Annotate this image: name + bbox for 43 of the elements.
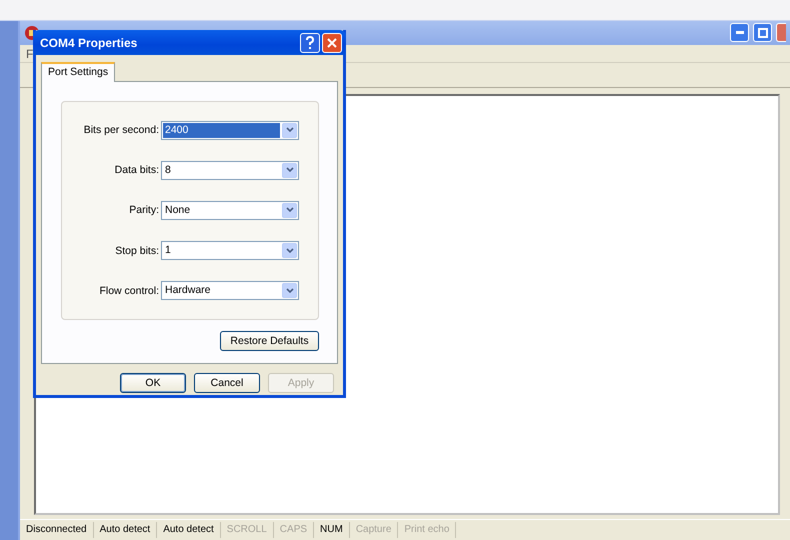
status-cell: NUM bbox=[314, 522, 350, 538]
field-label: Stop bits: bbox=[114, 244, 160, 257]
status-cell: Auto detect bbox=[94, 522, 158, 538]
field-label: Bits per second: bbox=[82, 124, 160, 136]
dropdown[interactable]: 1 bbox=[161, 241, 299, 260]
chevron-icon[interactable] bbox=[282, 162, 297, 178]
status-cell: CAPS bbox=[274, 522, 314, 538]
chevron-icon[interactable] bbox=[282, 122, 297, 138]
chevron-icon[interactable] bbox=[282, 243, 297, 258]
dialog-title: COM4 Properties bbox=[40, 36, 138, 50]
status-cell: Disconnected bbox=[20, 522, 94, 538]
dialog-button[interactable]: Cancel bbox=[194, 373, 260, 393]
dropdown-value: 1 bbox=[164, 243, 172, 258]
status-cell: Auto detect bbox=[157, 522, 221, 538]
dropdown[interactable]: 8 bbox=[161, 160, 299, 180]
close-button[interactable] bbox=[776, 23, 786, 42]
minimize-button[interactable] bbox=[730, 23, 749, 42]
tab[interactable]: Port Settings bbox=[41, 62, 116, 82]
field-label: Data bits: bbox=[114, 164, 160, 176]
dialog-button[interactable]: OK bbox=[120, 373, 186, 393]
dropdown[interactable]: 2400 bbox=[161, 120, 299, 140]
field-label: Flow control: bbox=[98, 284, 160, 297]
dropdown[interactable]: None bbox=[161, 200, 299, 220]
chevron-icon[interactable] bbox=[282, 202, 297, 218]
minimize-icon bbox=[736, 31, 744, 34]
close-button[interactable] bbox=[322, 32, 342, 52]
maximize-button[interactable] bbox=[753, 23, 772, 42]
dropdown-value: Hardware bbox=[164, 283, 212, 298]
dropdown-value: 2400 bbox=[163, 122, 280, 138]
chevron-icon[interactable] bbox=[282, 283, 297, 298]
menu-item[interactable]: F bbox=[26, 46, 34, 60]
status-cell: Print echo bbox=[398, 522, 456, 538]
dropdown[interactable]: Hardware bbox=[161, 281, 299, 300]
status-cell: SCROLL bbox=[220, 522, 274, 538]
restore-defaults-button[interactable]: Restore Defaults bbox=[220, 331, 319, 351]
status-cell: Capture bbox=[350, 522, 398, 538]
dropdown-value: None bbox=[164, 202, 192, 218]
help-button[interactable] bbox=[300, 32, 320, 52]
field-label: Parity: bbox=[128, 204, 160, 216]
help-icon bbox=[305, 36, 315, 50]
dropdown-value: 8 bbox=[164, 162, 172, 178]
maximize-icon bbox=[758, 28, 768, 38]
close-icon bbox=[327, 38, 337, 48]
